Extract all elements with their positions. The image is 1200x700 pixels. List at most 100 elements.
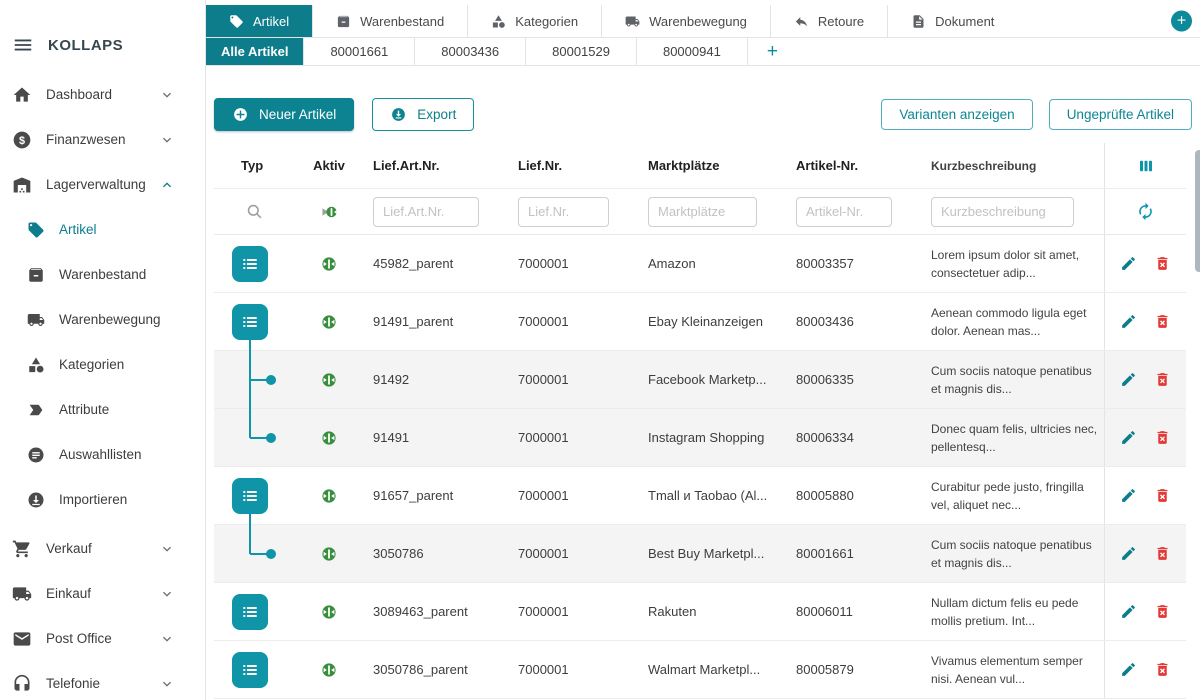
cell-artikel-nr: 80003357: [787, 256, 922, 271]
filter-artikel-nr-input[interactable]: [796, 197, 892, 227]
table-row: 3050786_parent7000001Walmart Marketpl...…: [214, 641, 1186, 699]
delete-button[interactable]: [1154, 429, 1171, 446]
main-area: Artikel Warenbestand Kategorien Warenbew…: [206, 0, 1200, 700]
delete-trash-icon: [1154, 603, 1171, 620]
cell-lief-nr: 7000001: [509, 488, 639, 503]
tab-artikel[interactable]: Artikel: [206, 5, 312, 37]
filter-kurzbeschreibung-input[interactable]: [931, 197, 1074, 227]
sidebar-item-finanzwesen[interactable]: $ Finanzwesen: [0, 117, 205, 162]
app-root: KOLLAPS Dashboard $ Finanzwesen Lagerver…: [0, 0, 1200, 700]
subtab-article[interactable]: 80001661: [303, 38, 414, 65]
sidebar-item-auswahllisten[interactable]: Auswahllisten: [0, 432, 205, 477]
edit-button[interactable]: [1120, 603, 1137, 620]
sidebar-item-importieren[interactable]: Importieren: [0, 477, 205, 522]
delete-button[interactable]: [1154, 255, 1171, 272]
tab-kategorien[interactable]: Kategorien: [467, 5, 601, 37]
sidebar-item-lagerverwaltung[interactable]: Lagerverwaltung: [0, 162, 205, 207]
subtab-article[interactable]: 80000941: [636, 38, 747, 65]
cell-artikel-nr: 80003436: [787, 314, 922, 329]
filter-lief-nr-input[interactable]: [518, 197, 609, 227]
cell-actions: [1104, 467, 1186, 524]
unreviewed-articles-button[interactable]: Ungeprüfte Artikel: [1049, 99, 1192, 130]
tab-warenbestand[interactable]: Warenbestand: [312, 5, 467, 37]
chevron-down-icon: [159, 132, 175, 148]
active-status-icon: [321, 604, 337, 620]
chevron-down-icon: [159, 631, 175, 647]
cell-aktiv: [294, 430, 364, 446]
cell-lief-nr: 7000001: [509, 430, 639, 445]
sidebar-nav: Dashboard $ Finanzwesen Lagerverwaltung …: [0, 60, 205, 700]
svg-text:$: $: [19, 134, 25, 146]
edit-button[interactable]: [1120, 371, 1137, 388]
delete-button[interactable]: [1154, 313, 1171, 330]
subtab-alle-artikel[interactable]: Alle Artikel: [206, 38, 303, 65]
cell-typ: [214, 235, 294, 292]
add-subtab-button[interactable]: +: [747, 38, 797, 65]
sidebar-item-warenbewegung[interactable]: Warenbewegung: [0, 297, 205, 342]
new-article-button[interactable]: Neuer Artikel: [214, 98, 354, 131]
chevron-down-icon: [159, 586, 175, 602]
filter-marktplaetze-input[interactable]: [648, 197, 757, 227]
sidebar-item-post-office[interactable]: Post Office: [0, 616, 205, 661]
article-type-icon[interactable]: [232, 246, 268, 282]
vertical-scrollbar-thumb[interactable]: [1195, 150, 1200, 272]
sidebar-item-telefonie[interactable]: Telefonie: [0, 661, 205, 700]
return-arrow-icon: [794, 14, 809, 29]
sidebar-item-einkauf[interactable]: Einkauf: [0, 571, 205, 616]
sidebar-item-verkauf[interactable]: Verkauf: [0, 526, 205, 571]
cell-typ: [214, 467, 294, 524]
tab-warenbewegung[interactable]: Warenbewegung: [601, 5, 770, 37]
columns-settings-button[interactable]: [1104, 143, 1186, 188]
sidebar-item-artikel[interactable]: Artikel: [0, 207, 205, 252]
delete-button[interactable]: [1154, 371, 1171, 388]
tab-retoure[interactable]: Retoure: [770, 5, 887, 37]
cell-lief-art-nr: 91491: [364, 430, 509, 445]
filter-lief-art-nr-input[interactable]: [373, 197, 479, 227]
subtab-article[interactable]: 80003436: [414, 38, 525, 65]
delete-button[interactable]: [1154, 487, 1171, 504]
truck-icon: [27, 311, 45, 329]
toolbar-right: Varianten anzeigen Ungeprüfte Artikel: [881, 99, 1192, 130]
add-tab-button[interactable]: +: [1171, 11, 1192, 32]
label-arrow-icon: [27, 401, 45, 419]
delete-button[interactable]: [1154, 603, 1171, 620]
edit-pencil-icon: [1120, 603, 1137, 620]
table-row: 914927000001Facebook Marketp...80006335C…: [214, 351, 1186, 409]
sidebar-item-dashboard[interactable]: Dashboard: [0, 72, 205, 117]
edit-button[interactable]: [1120, 545, 1137, 562]
cell-artikel-nr: 80006334: [787, 430, 922, 445]
edit-button[interactable]: [1120, 429, 1137, 446]
subtab-article[interactable]: 80001529: [525, 38, 636, 65]
delete-button[interactable]: [1154, 545, 1171, 562]
tab-dokument[interactable]: Dokument: [887, 5, 1017, 37]
article-type-icon[interactable]: [232, 594, 268, 630]
article-type-icon[interactable]: [232, 304, 268, 340]
delete-button[interactable]: [1154, 661, 1171, 678]
refresh-button[interactable]: [1104, 189, 1186, 234]
active-filter-toggle[interactable]: [294, 204, 364, 220]
cell-marktplatz: Ebay Kleinanzeigen: [639, 314, 787, 329]
edit-button[interactable]: [1120, 255, 1137, 272]
cell-lief-nr: 7000001: [509, 372, 639, 387]
cell-typ: [214, 409, 294, 466]
active-status-icon: [321, 546, 337, 562]
export-button[interactable]: Export: [372, 98, 474, 131]
hamburger-menu-icon[interactable]: [12, 34, 34, 56]
edit-pencil-icon: [1120, 487, 1137, 504]
header-kurzbeschreibung: Kurzbeschreibung: [922, 157, 1104, 175]
header-artikel-nr: Artikel-Nr.: [787, 158, 922, 173]
edit-button[interactable]: [1120, 661, 1137, 678]
tree-node-dot: [266, 433, 276, 443]
show-variants-button[interactable]: Varianten anzeigen: [881, 99, 1032, 130]
checklist-circle-icon: [27, 446, 45, 464]
edit-button[interactable]: [1120, 313, 1137, 330]
edit-button[interactable]: [1120, 487, 1137, 504]
edit-pencil-icon: [1120, 371, 1137, 388]
table-row: 91491_parent7000001Ebay Kleinanzeigen800…: [214, 293, 1186, 351]
article-type-icon[interactable]: [232, 478, 268, 514]
tree-node-dot: [266, 375, 276, 385]
sidebar-item-kategorien[interactable]: Kategorien: [0, 342, 205, 387]
sidebar-item-attribute[interactable]: Attribute: [0, 387, 205, 432]
sidebar-item-warenbestand[interactable]: Warenbestand: [0, 252, 205, 297]
article-type-icon[interactable]: [232, 652, 268, 688]
